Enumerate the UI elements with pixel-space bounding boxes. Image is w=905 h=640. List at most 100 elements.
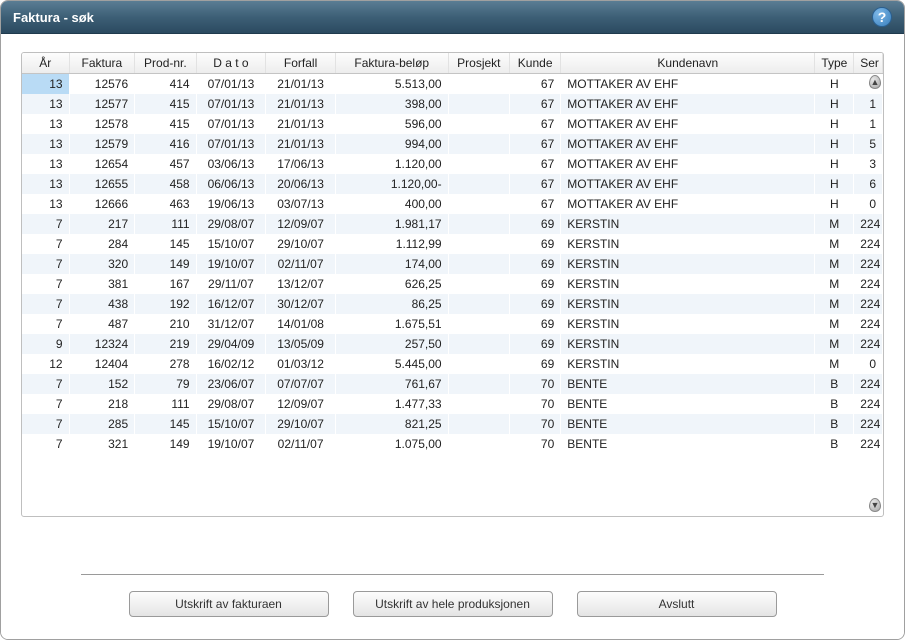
cell-belop: 761,67 xyxy=(335,374,448,394)
cell-ser: 224 xyxy=(854,274,883,294)
col-kunde[interactable]: Kunde xyxy=(510,53,561,74)
cell-forfall: 02/11/07 xyxy=(266,434,336,454)
col-forfall[interactable]: Forfall xyxy=(266,53,336,74)
cell-kunde: 67 xyxy=(510,134,561,154)
cell-forfall: 29/10/07 xyxy=(266,414,336,434)
cell-forfall: 07/07/07 xyxy=(266,374,336,394)
cell-kundenavn: BENTE xyxy=(561,374,815,394)
cell-belop: 5.513,00 xyxy=(335,74,448,95)
cell-kunde: 70 xyxy=(510,374,561,394)
table-row[interactable]: 121240427816/02/1201/03/125.445,0069KERS… xyxy=(22,354,883,374)
cell-type: H xyxy=(815,134,854,154)
cell-ar: 13 xyxy=(22,74,69,95)
cell-dato: 19/10/07 xyxy=(196,254,266,274)
col-prosjekt[interactable]: Prosjekt xyxy=(448,53,509,74)
table-row[interactable]: 721711129/08/0712/09/071.981,1769KERSTIN… xyxy=(22,214,883,234)
scroll-down-icon[interactable]: ▼ xyxy=(869,498,881,512)
table-row[interactable]: 131257741507/01/1321/01/13398,0067MOTTAK… xyxy=(22,94,883,114)
cell-type: M xyxy=(815,254,854,274)
cell-faktura: 12578 xyxy=(69,114,135,134)
cell-faktura: 438 xyxy=(69,294,135,314)
table-row[interactable]: 728514515/10/0729/10/07821,2570BENTEB224 xyxy=(22,414,883,434)
cell-belop: 174,00 xyxy=(335,254,448,274)
cell-type: M xyxy=(815,354,854,374)
cell-prodnr: 145 xyxy=(135,414,196,434)
table-row[interactable]: 131257841507/01/1321/01/13596,0067MOTTAK… xyxy=(22,114,883,134)
cell-prosjekt xyxy=(448,154,509,174)
cell-ser: 224 xyxy=(854,394,883,414)
table-row[interactable]: 71527923/06/0707/07/07761,6770BENTEB224 xyxy=(22,374,883,394)
cell-kundenavn: KERSTIN xyxy=(561,214,815,234)
table-row[interactable]: 131265545806/06/1320/06/131.120,00-67MOT… xyxy=(22,174,883,194)
print-invoice-button[interactable]: Utskrift av fakturaen xyxy=(129,591,329,617)
table-row[interactable]: 131257941607/01/1321/01/13994,0067MOTTAK… xyxy=(22,134,883,154)
cell-prosjekt xyxy=(448,254,509,274)
col-kundenavn[interactable]: Kundenavn xyxy=(561,53,815,74)
cell-ar: 13 xyxy=(22,174,69,194)
cell-kundenavn: KERSTIN xyxy=(561,294,815,314)
col-type[interactable]: Type xyxy=(815,53,854,74)
cell-dato: 15/10/07 xyxy=(196,414,266,434)
cell-ar: 7 xyxy=(22,294,69,314)
table-row[interactable]: 721811129/08/0712/09/071.477,3370BENTEB2… xyxy=(22,394,883,414)
col-faktura[interactable]: Faktura xyxy=(69,53,135,74)
cell-dato: 06/06/13 xyxy=(196,174,266,194)
col-belop[interactable]: Faktura-beløp xyxy=(335,53,448,74)
cell-kunde: 67 xyxy=(510,74,561,95)
cell-kundenavn: KERSTIN xyxy=(561,314,815,334)
cell-forfall: 13/12/07 xyxy=(266,274,336,294)
cell-kunde: 69 xyxy=(510,214,561,234)
col-ser[interactable]: Ser xyxy=(854,53,883,74)
table-row[interactable]: 131266646319/06/1303/07/13400,0067MOTTAK… xyxy=(22,194,883,214)
cell-faktura: 321 xyxy=(69,434,135,454)
cell-ar: 13 xyxy=(22,114,69,134)
scroll-up-icon[interactable]: ▲ xyxy=(869,75,881,89)
cell-belop: 1.675,51 xyxy=(335,314,448,334)
cell-type: H xyxy=(815,94,854,114)
cell-kunde: 67 xyxy=(510,114,561,134)
cell-faktura: 12654 xyxy=(69,154,135,174)
table-row[interactable]: 91232421929/04/0913/05/09257,5069KERSTIN… xyxy=(22,334,883,354)
cell-type: M xyxy=(815,334,854,354)
cell-prosjekt xyxy=(448,214,509,234)
cell-ar: 7 xyxy=(22,214,69,234)
cell-kunde: 69 xyxy=(510,294,561,314)
table-row[interactable]: 743819216/12/0730/12/0786,2569KERSTINM22… xyxy=(22,294,883,314)
cell-forfall: 13/05/09 xyxy=(266,334,336,354)
cell-ar: 12 xyxy=(22,354,69,374)
cell-dato: 23/06/07 xyxy=(196,374,266,394)
cell-belop: 626,25 xyxy=(335,274,448,294)
cell-faktura: 12666 xyxy=(69,194,135,214)
cell-forfall: 21/01/13 xyxy=(266,94,336,114)
help-icon[interactable]: ? xyxy=(872,7,892,27)
invoice-grid[interactable]: År Faktura Prod-nr. D a t o Forfall Fakt… xyxy=(21,52,884,517)
cell-prosjekt xyxy=(448,414,509,434)
cell-belop: 1.120,00- xyxy=(335,174,448,194)
cell-faktura: 381 xyxy=(69,274,135,294)
cell-dato: 16/12/07 xyxy=(196,294,266,314)
close-button[interactable]: Avslutt xyxy=(577,591,777,617)
cell-ser: 0 xyxy=(854,354,883,374)
table-row[interactable]: 728414515/10/0729/10/071.112,9969KERSTIN… xyxy=(22,234,883,254)
cell-ser: 5 xyxy=(854,134,883,154)
table-row[interactable]: 732114919/10/0702/11/071.075,0070BENTEB2… xyxy=(22,434,883,454)
cell-belop: 1.477,33 xyxy=(335,394,448,414)
cell-prodnr: 79 xyxy=(135,374,196,394)
table-row[interactable]: 131257641407/01/1321/01/135.513,0067MOTT… xyxy=(22,74,883,95)
table-row[interactable]: 732014919/10/0702/11/07174,0069KERSTINM2… xyxy=(22,254,883,274)
col-ar[interactable]: År xyxy=(22,53,69,74)
table-row[interactable]: 131265445703/06/1317/06/131.120,0067MOTT… xyxy=(22,154,883,174)
col-dato[interactable]: D a t o xyxy=(196,53,266,74)
print-production-button[interactable]: Utskrift av hele produksjonen xyxy=(353,591,553,617)
cell-belop: 1.120,00 xyxy=(335,154,448,174)
cell-belop: 596,00 xyxy=(335,114,448,134)
content-area: År Faktura Prod-nr. D a t o Forfall Fakt… xyxy=(1,34,904,639)
cell-kundenavn: MOTTAKER AV EHF xyxy=(561,134,815,154)
cell-belop: 400,00 xyxy=(335,194,448,214)
cell-prodnr: 463 xyxy=(135,194,196,214)
cell-ar: 13 xyxy=(22,134,69,154)
col-prodnr[interactable]: Prod-nr. xyxy=(135,53,196,74)
table-row[interactable]: 748721031/12/0714/01/081.675,5169KERSTIN… xyxy=(22,314,883,334)
cell-type: H xyxy=(815,114,854,134)
table-row[interactable]: 738116729/11/0713/12/07626,2569KERSTINM2… xyxy=(22,274,883,294)
